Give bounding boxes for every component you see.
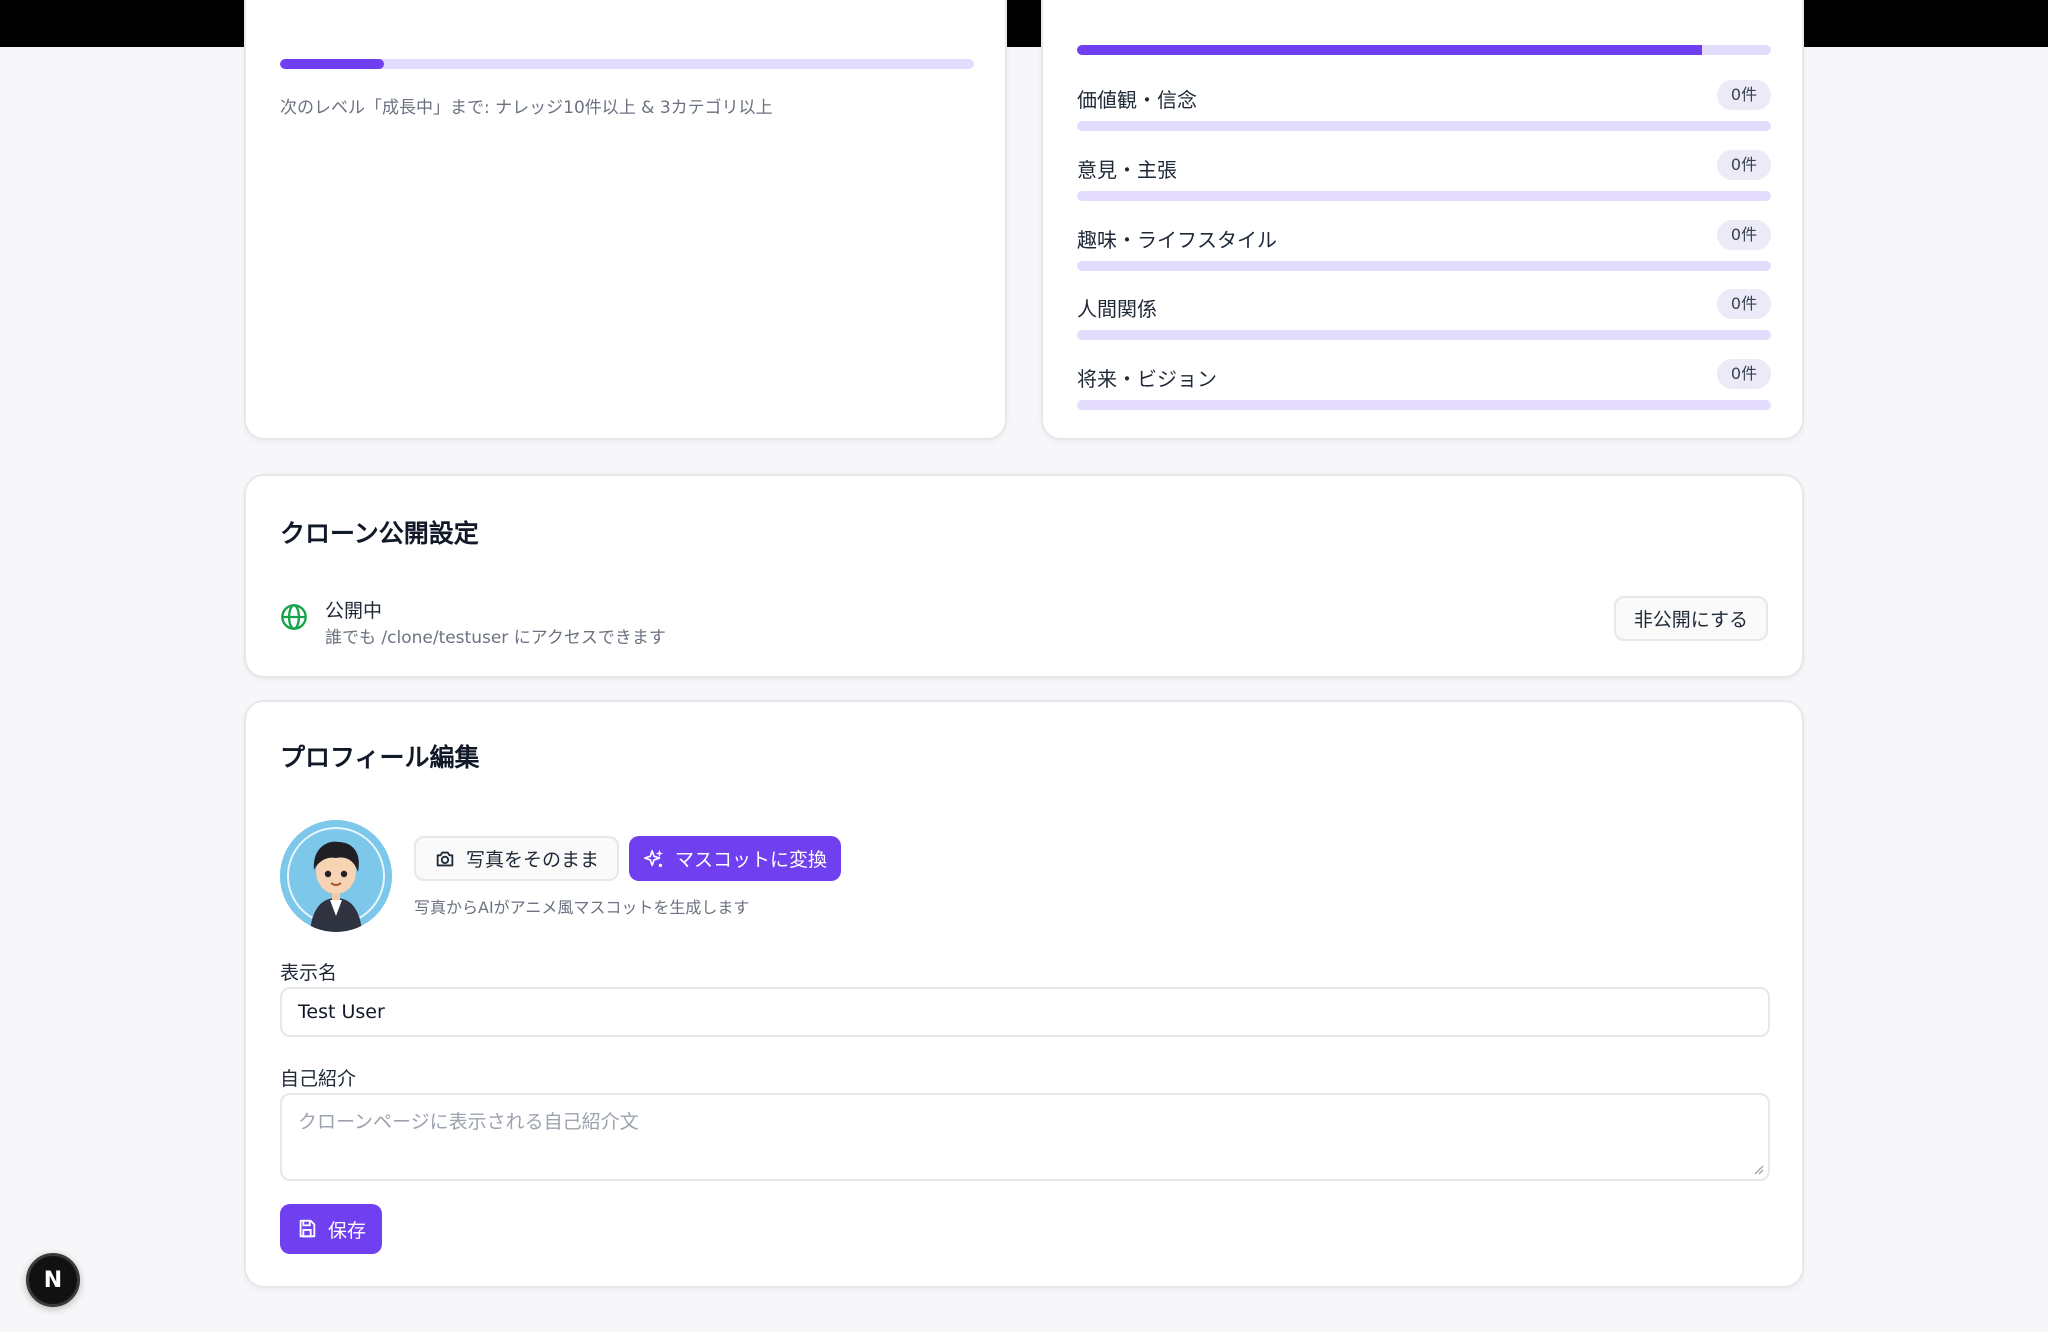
camera-icon <box>436 851 454 866</box>
category-progress-bar <box>1077 330 1771 340</box>
avatar <box>280 820 392 932</box>
publish-description: 誰でも /clone/testuser にアクセスできます <box>325 628 666 648</box>
save-button[interactable]: 保存 <box>280 1204 383 1254</box>
save-label: 保存 <box>328 1220 367 1242</box>
bio-placeholder: クローンページに表示される自己紹介文 <box>298 1111 639 1133</box>
category-count-badge: 0件 <box>1717 80 1771 110</box>
sparkles-icon <box>644 849 664 867</box>
clone-publish-settings-card: クローン公開設定 公開中 誰でも /clone/testuser にアクセスでき… <box>244 474 1804 678</box>
globe-icon <box>281 604 307 630</box>
level-card: 次のレベル「成長中」まで: ナレッジ10件以上 & 3カテゴリ以上 <box>244 0 1007 440</box>
category-row: 趣味・ライフスタイル 0件 <box>1077 220 1771 284</box>
category-row: 人間関係 0件 <box>1077 289 1771 353</box>
level-progress-fill <box>280 59 385 69</box>
category-progress-bar <box>1077 400 1771 410</box>
use-photo-as-is-button[interactable]: 写真をそのまま <box>414 836 620 881</box>
resize-handle-icon[interactable] <box>1752 1163 1764 1175</box>
convert-to-mascot-button[interactable]: マスコットに変換 <box>629 836 842 881</box>
use-photo-as-is-label: 写真をそのまま <box>466 850 600 871</box>
profile-edit-card: プロフィール編集 写真をそのまま マスコットに変換 写真からAIがアニメ風マスコ… <box>244 700 1804 1288</box>
bio-label: 自己紹介 <box>280 1068 357 1090</box>
display-name-input[interactable]: Test User <box>280 987 1770 1037</box>
unpublish-button[interactable]: 非公開にする <box>1613 596 1768 641</box>
profile-edit-title: プロフィール編集 <box>280 743 480 772</box>
category-progress-bar <box>1077 261 1771 271</box>
level-progress-bar <box>280 59 974 69</box>
category-label: 意見・主張 <box>1077 158 1177 182</box>
category-count-badge: 0件 <box>1717 150 1771 180</box>
category-label: 価値観・信念 <box>1077 88 1197 112</box>
category-progress-bar <box>1077 191 1771 201</box>
category-progress-bar <box>1077 121 1771 131</box>
convert-to-mascot-label: マスコットに変換 <box>675 850 828 871</box>
category-progress-fill-top <box>1077 45 1702 55</box>
publish-status: 公開中 <box>325 600 383 622</box>
next-dev-tools-badge[interactable]: N <box>26 1253 80 1307</box>
category-count-badge: 0件 <box>1717 359 1771 389</box>
category-row: 意見・主張 0件 <box>1077 150 1771 214</box>
publish-settings-title: クローン公開設定 <box>280 519 479 548</box>
category-label: 人間関係 <box>1077 297 1157 321</box>
category-progress-bar-top <box>1077 45 1771 55</box>
mascot-help-text: 写真からAIがアニメ風マスコットを生成します <box>414 898 750 917</box>
mascot-avatar-image <box>280 820 392 932</box>
bio-textarea[interactable]: クローンページに表示される自己紹介文 <box>280 1093 1770 1181</box>
category-row: 将来・ビジョン 0件 <box>1077 359 1771 423</box>
next-level-note: 次のレベル「成長中」まで: ナレッジ10件以上 & 3カテゴリ以上 <box>280 98 773 118</box>
save-icon <box>299 1219 316 1238</box>
category-label: 将来・ビジョン <box>1077 367 1217 391</box>
knowledge-categories-card: 価値観・信念 0件 意見・主張 0件 趣味・ライフスタイル 0件 人間関係 0件… <box>1041 0 1804 440</box>
category-row: 価値観・信念 0件 <box>1077 80 1771 144</box>
category-label: 趣味・ライフスタイル <box>1077 228 1277 252</box>
category-count-badge: 0件 <box>1717 289 1771 319</box>
display-name-label: 表示名 <box>280 962 338 984</box>
category-count-badge: 0件 <box>1717 220 1771 250</box>
